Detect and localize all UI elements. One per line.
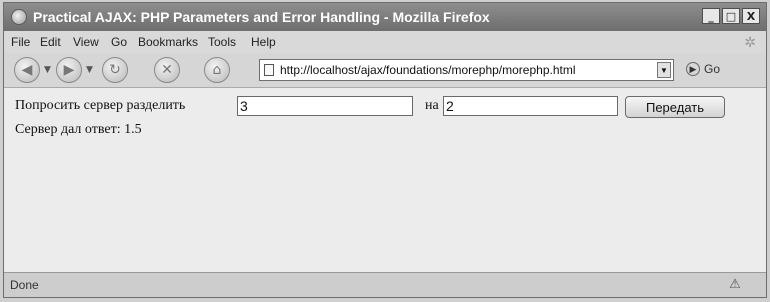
home-icon: ⌂ (212, 62, 222, 78)
go-icon: ▶ (686, 62, 700, 76)
address-url[interactable]: http://localhost/ajax/foundations/moreph… (280, 63, 576, 77)
menu-edit[interactable]: Edit (40, 35, 61, 49)
first-number-input[interactable] (237, 96, 413, 116)
address-dropdown-icon[interactable]: ▼ (657, 62, 671, 78)
page-icon (264, 64, 274, 76)
page-content: Попросить сервер разделить на Передать С… (4, 88, 766, 273)
maximize-button[interactable]: □ (722, 8, 740, 24)
close-button[interactable]: X (742, 8, 760, 24)
home-button[interactable]: ⌂ (204, 57, 230, 83)
menu-help[interactable]: Help (251, 35, 276, 49)
menu-file[interactable]: File (11, 35, 30, 49)
reload-button[interactable]: ↻ (102, 57, 128, 83)
status-text: Done (10, 278, 39, 292)
go-label: Go (704, 62, 721, 76)
forward-dropdown-icon[interactable]: ▼ (86, 65, 93, 75)
menu-bar: File Edit View Go Bookmarks Tools Help ✲ (4, 31, 766, 54)
stop-icon: ✕ (161, 62, 173, 78)
address-bar[interactable]: http://localhost/ajax/foundations/moreph… (259, 59, 674, 81)
go-button[interactable]: ▶ Go (686, 62, 720, 76)
navigation-toolbar: ◀ ▼ ▶ ▼ ↻ ✕ ⌂ http://localhost/ajax/foun… (4, 53, 766, 88)
connector-label: на (425, 98, 439, 113)
stop-button[interactable]: ✕ (154, 57, 180, 83)
forward-button[interactable]: ▶ (56, 57, 82, 83)
status-bar: Done ⚠ (4, 272, 766, 297)
title-bar: Practical AJAX: PHP Parameters and Error… (4, 3, 766, 31)
browser-window: Practical AJAX: PHP Parameters and Error… (3, 2, 767, 298)
forward-arrow-icon: ▶ (63, 62, 75, 78)
window-title: Practical AJAX: PHP Parameters and Error… (33, 9, 490, 25)
back-dropdown-icon[interactable]: ▼ (44, 65, 51, 75)
back-arrow-icon: ◀ (21, 62, 33, 78)
server-response-text: Сервер дал ответ: 1.5 (15, 122, 142, 137)
menu-tools[interactable]: Tools (208, 35, 236, 49)
reload-icon: ↻ (109, 62, 121, 78)
firefox-icon (11, 9, 27, 25)
window-controls: _ □ X (702, 8, 760, 24)
menu-go[interactable]: Go (111, 35, 127, 49)
throbber-icon: ✲ (744, 34, 756, 50)
warning-icon[interactable]: ⚠ (726, 276, 744, 292)
divide-prompt-label: Попросить сервер разделить (15, 98, 186, 113)
submit-button[interactable]: Передать (625, 96, 725, 118)
minimize-button[interactable]: _ (702, 8, 720, 24)
second-number-input[interactable] (443, 96, 618, 116)
back-button[interactable]: ◀ (14, 57, 40, 83)
menu-view[interactable]: View (73, 35, 99, 49)
menu-bookmarks[interactable]: Bookmarks (138, 35, 198, 49)
division-form: Попросить сервер разделить на Передать (15, 94, 755, 118)
